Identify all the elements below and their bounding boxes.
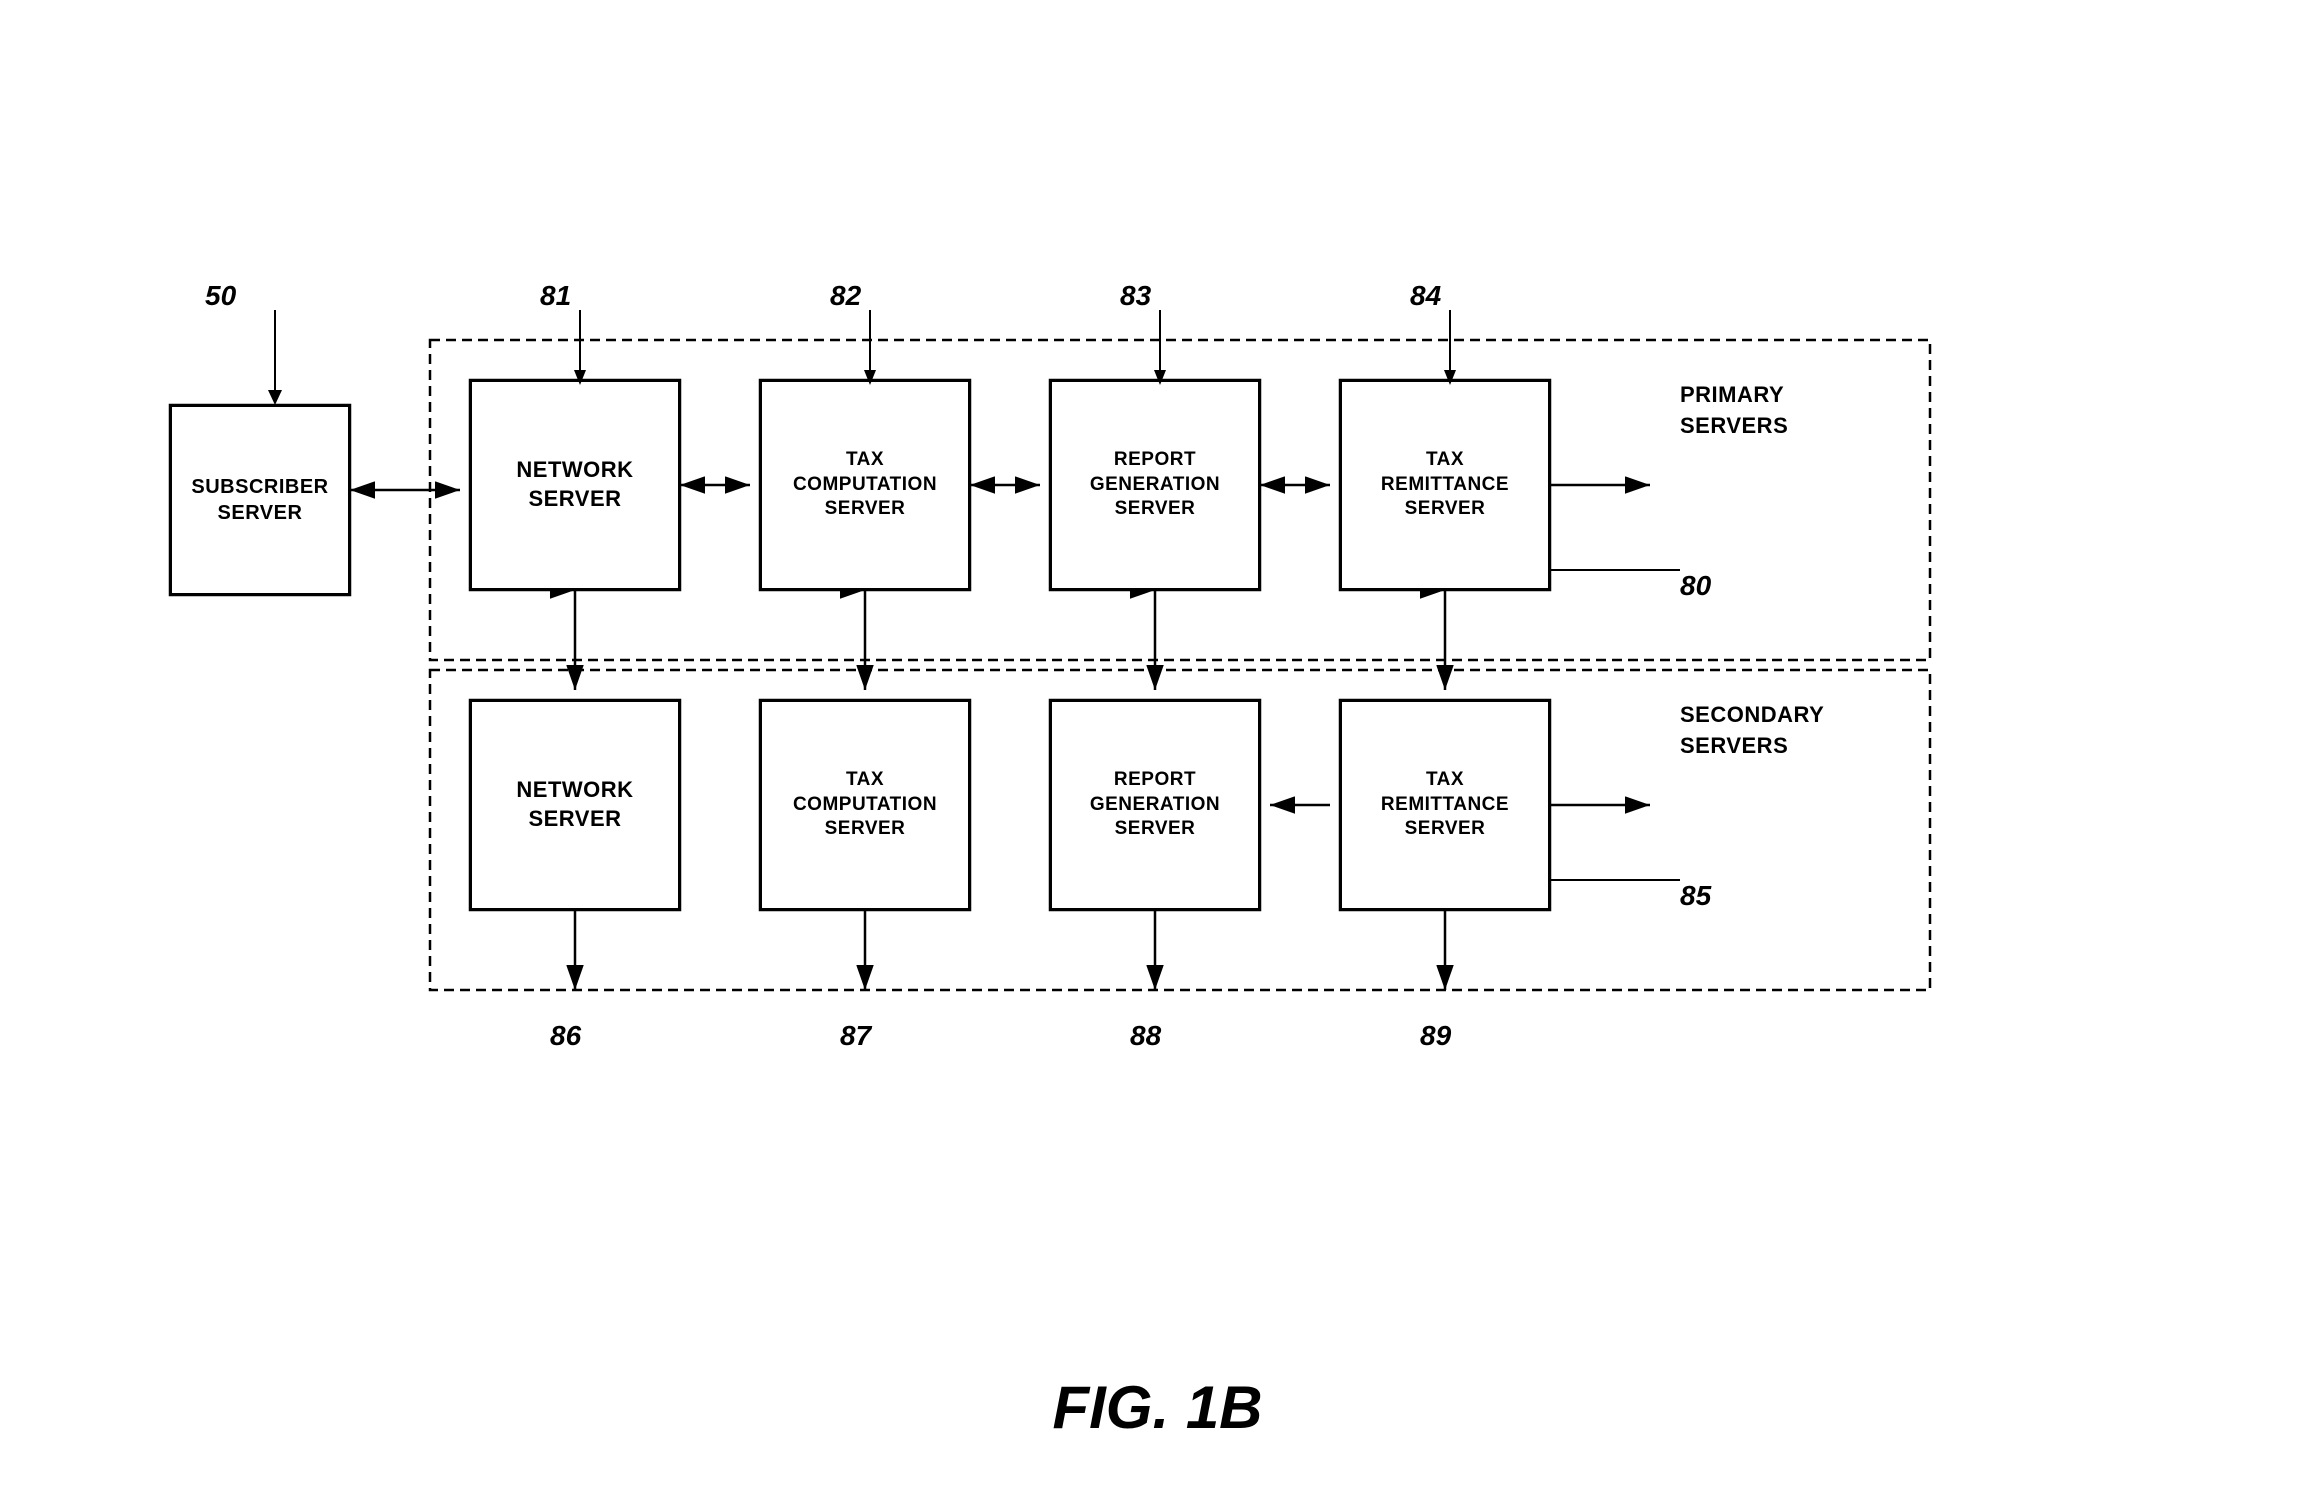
network-server-primary-label: NETWORKSERVER xyxy=(516,456,633,513)
network-server-primary-box: NETWORKSERVER xyxy=(470,380,680,590)
ref-85: 85 xyxy=(1680,880,1711,912)
tax-computation-primary-label: TAXCOMPUTATIONSERVER xyxy=(793,448,937,522)
ref-82: 82 xyxy=(830,280,861,312)
tax-computation-secondary-label: TAXCOMPUTATIONSERVER xyxy=(793,768,937,842)
tax-remittance-secondary-box: TAXREMITTANCESERVER xyxy=(1340,700,1550,910)
report-generation-primary-box: REPORTGENERATIONSERVER xyxy=(1050,380,1260,590)
ref82-line xyxy=(860,310,880,390)
tax-computation-primary-box: TAXCOMPUTATIONSERVER xyxy=(760,380,970,590)
ref-83: 83 xyxy=(1120,280,1151,312)
ref-84: 84 xyxy=(1410,280,1441,312)
ref-81: 81 xyxy=(540,280,571,312)
network-server-secondary-label: NETWORKSERVER xyxy=(516,776,633,833)
ref83-line xyxy=(1150,310,1170,390)
diagram-container: SUBSCRIBER SERVER NETWORKSERVER TAXCOMPU… xyxy=(120,180,2220,1280)
report-generation-secondary-label: REPORTGENERATIONSERVER xyxy=(1090,768,1220,842)
ref-89: 89 xyxy=(1420,1020,1451,1052)
report-generation-secondary-box: REPORTGENERATIONSERVER xyxy=(1050,700,1260,910)
tax-remittance-primary-box: TAXREMITTANCESERVER xyxy=(1340,380,1550,590)
primary-servers-label: PRIMARYSERVERS xyxy=(1680,380,1788,442)
subscriber-server-box: SUBSCRIBER SERVER xyxy=(170,405,350,595)
ref84-line xyxy=(1440,310,1460,390)
ref-80: 80 xyxy=(1680,570,1711,602)
subscriber-server-label: SUBSCRIBER SERVER xyxy=(172,474,348,526)
ref50-line xyxy=(250,310,300,410)
tax-remittance-secondary-label: TAXREMITTANCESERVER xyxy=(1381,768,1509,842)
ref-88: 88 xyxy=(1130,1020,1161,1052)
report-generation-primary-label: REPORTGENERATIONSERVER xyxy=(1090,448,1220,522)
figure-title: FIG. 1B xyxy=(0,1373,2315,1442)
secondary-servers-label: SECONDARYSERVERS xyxy=(1680,700,1824,762)
ref-86: 86 xyxy=(550,1020,581,1052)
tax-remittance-primary-label: TAXREMITTANCESERVER xyxy=(1381,448,1509,522)
ref81-line xyxy=(570,310,590,390)
ref-50: 50 xyxy=(205,280,236,312)
tax-computation-secondary-box: TAXCOMPUTATIONSERVER xyxy=(760,700,970,910)
network-server-secondary-box: NETWORKSERVER xyxy=(470,700,680,910)
ref-87: 87 xyxy=(840,1020,871,1052)
